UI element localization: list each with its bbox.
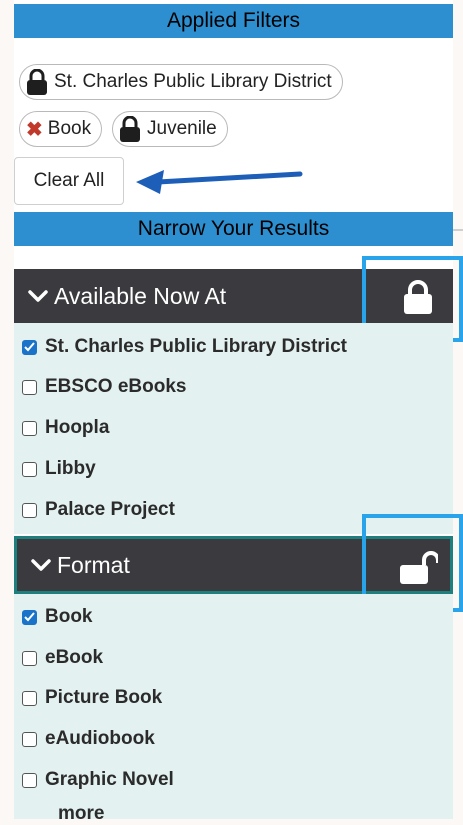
checkbox-checked[interactable]: [22, 609, 37, 625]
lock-icon: [119, 116, 141, 142]
chevron-down-icon: [28, 289, 48, 303]
more-link[interactable]: more: [58, 803, 104, 825]
option-book[interactable]: Book: [22, 606, 93, 628]
option-st-charles[interactable]: St. Charles Public Library District: [22, 336, 347, 358]
option-picture-book[interactable]: Picture Book: [22, 687, 162, 709]
applied-filters-header: Applied Filters: [14, 4, 453, 38]
checkbox[interactable]: [22, 731, 37, 747]
checkbox[interactable]: [22, 772, 37, 788]
option-ebsco[interactable]: EBSCO eBooks: [22, 376, 186, 398]
option-palace-project[interactable]: Palace Project: [22, 499, 175, 521]
option-libby[interactable]: Libby: [22, 458, 96, 480]
remove-x-icon[interactable]: ✖: [26, 117, 43, 142]
option-label: Libby: [45, 458, 96, 479]
option-label: eBook: [45, 647, 104, 668]
section-title: Format: [57, 551, 130, 578]
option-graphic-novel[interactable]: Graphic Novel: [22, 769, 174, 791]
checkbox-checked[interactable]: [22, 339, 37, 355]
clear-all-button[interactable]: Clear All: [14, 157, 124, 205]
option-label: St. Charles Public Library District: [45, 336, 347, 357]
option-label: eAudiobook: [45, 728, 155, 749]
filter-chip-label: Juvenile: [147, 118, 217, 139]
option-label: EBSCO eBooks: [45, 376, 187, 397]
option-hoopla[interactable]: Hoopla: [22, 417, 109, 439]
narrow-results-header: Narrow Your Results: [14, 212, 453, 246]
section-title: Available Now At: [54, 282, 227, 309]
chevron-down-icon: [31, 558, 51, 572]
lock-icon: [26, 69, 48, 95]
filter-chip-label: Book: [47, 118, 92, 139]
option-label: Picture Book: [45, 687, 163, 708]
option-label: Book: [45, 606, 93, 627]
arrow-annotation-icon: [136, 170, 303, 194]
checkbox[interactable]: [22, 690, 37, 706]
checkbox[interactable]: [22, 420, 37, 436]
option-ebook[interactable]: eBook: [22, 647, 103, 669]
filter-chip-label: St. Charles Public Library District: [54, 71, 332, 92]
option-eaudiobook[interactable]: eAudiobook: [22, 728, 155, 750]
option-label: Graphic Novel: [45, 769, 174, 790]
filter-chip-book[interactable]: ✖ Book: [19, 111, 103, 147]
filter-chip-juvenile[interactable]: Juvenile: [112, 111, 228, 147]
filter-chip-library[interactable]: St. Charles Public Library District: [19, 64, 343, 100]
checkbox[interactable]: [22, 650, 37, 666]
checkbox[interactable]: [22, 461, 37, 477]
option-label: Palace Project: [45, 499, 175, 520]
checkbox[interactable]: [22, 502, 37, 518]
checkbox[interactable]: [22, 379, 37, 395]
divider: [453, 229, 463, 231]
option-label: Hoopla: [45, 417, 110, 438]
